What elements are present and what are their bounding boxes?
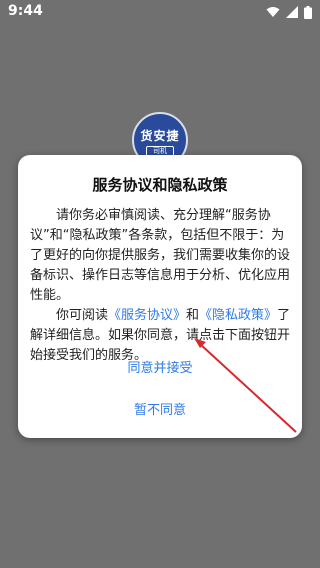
- dialog-body: 请你务必审慎阅读、充分理解“服务协议”和“隐私政策”各条款，包括但不限于：为了更…: [30, 206, 292, 366]
- accept-button[interactable]: 同意并接受: [18, 357, 302, 376]
- paragraph-2-prefix: 你可阅读: [56, 308, 109, 323]
- status-time: 9:44: [8, 3, 43, 19]
- status-bar: 9:44: [0, 0, 320, 24]
- decline-button[interactable]: 暂不同意: [18, 399, 302, 418]
- wifi-icon: [266, 7, 280, 17]
- paragraph-2-and: 和: [186, 308, 200, 323]
- battery-icon: [304, 5, 312, 19]
- system-icons: [266, 5, 312, 19]
- agreement-dialog: 服务协议和隐私政策 请你务必审慎阅读、充分理解“服务协议”和“隐私政策”各条款，…: [18, 155, 302, 438]
- dialog-title: 服务协议和隐私政策: [92, 176, 228, 194]
- signal-icon: [286, 6, 298, 18]
- logo-brand-text: 货安捷: [140, 129, 180, 143]
- service-agreement-link[interactable]: 《服务协议》: [108, 308, 186, 323]
- privacy-policy-link[interactable]: 《隐私政策》: [199, 308, 277, 323]
- agreement-paragraph-1: 请你务必审慎阅读、充分理解“服务协议”和“隐私政策”各条款，包括但不限于：为了更…: [30, 208, 291, 303]
